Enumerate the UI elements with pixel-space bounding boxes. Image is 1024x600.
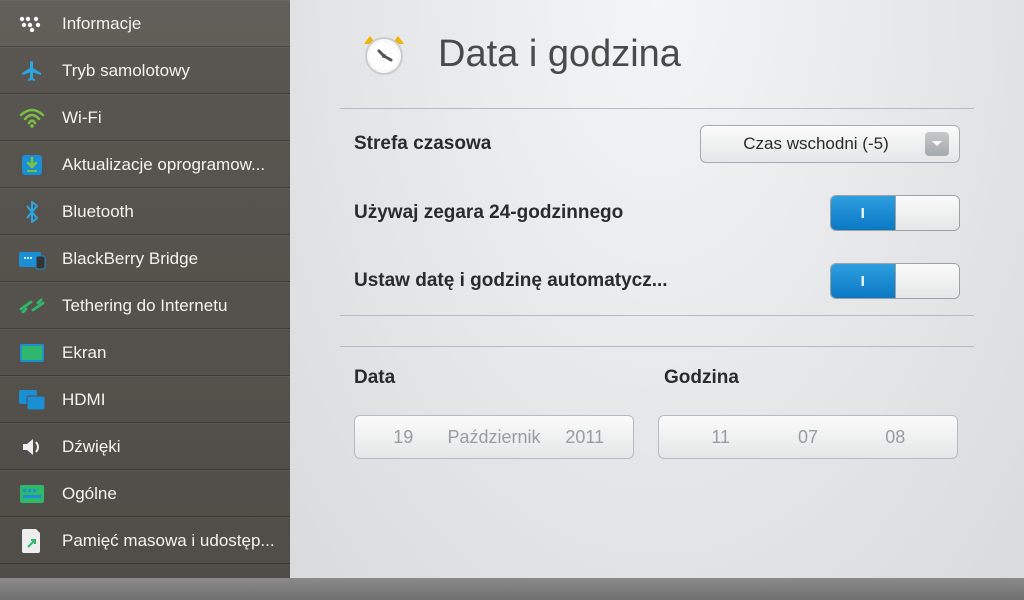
timezone-label: Strefa czasowa	[354, 133, 491, 155]
sidebar-item-label: HDMI	[62, 390, 105, 410]
toggle-knob	[896, 264, 960, 298]
bluetooth-icon	[18, 198, 46, 226]
sidebar-item-label: BlackBerry Bridge	[62, 249, 198, 269]
time-min: 07	[764, 427, 851, 448]
sidebar-item-label: Tryb samolotowy	[62, 61, 190, 81]
timezone-dropdown[interactable]: Czas wschodni (-5)	[700, 125, 960, 163]
airplane-icon	[18, 57, 46, 85]
sidebar-item-sounds[interactable]: Dźwięki	[0, 423, 290, 470]
clock24-toggle[interactable]: I	[830, 195, 960, 231]
sidebar-item-label: Bluetooth	[62, 202, 134, 222]
main-pane: Data i godzina Strefa czasowa Czas wscho…	[290, 0, 1024, 600]
sidebar-item-hdmi[interactable]: HDMI	[0, 376, 290, 423]
sidebar-item-label: Tethering do Internetu	[62, 296, 227, 316]
clock-icon	[360, 30, 408, 78]
autoset-toggle[interactable]: I	[830, 263, 960, 299]
autoset-label: Ustaw datę i godzinę automatycz...	[354, 270, 668, 292]
settings-group-2: Data Godzina 19 Październik 2011 11 07 0…	[340, 346, 974, 459]
sidebar-item-wifi[interactable]: Wi-Fi	[0, 94, 290, 141]
sidebar-item-label: Dźwięki	[62, 437, 121, 457]
sidebar-item-label: Informacje	[62, 14, 141, 34]
sidebar-item-general[interactable]: Ogólne	[0, 470, 290, 517]
page-header: Data i godzina	[330, 20, 984, 108]
screen-icon	[18, 339, 46, 367]
sidebar-item-screen[interactable]: Ekran	[0, 329, 290, 376]
sidebar-item-bridge[interactable]: BlackBerry Bridge	[0, 235, 290, 282]
sidebar-item-info[interactable]: Informacje	[0, 0, 290, 47]
sidebar-item-storage[interactable]: Pamięć masowa i udostęp...	[0, 517, 290, 564]
bridge-icon	[18, 245, 46, 273]
sound-icon	[18, 433, 46, 461]
hdmi-icon	[18, 386, 46, 414]
row-auto-datetime: Ustaw datę i godzinę automatycz... I	[340, 247, 974, 315]
sidebar-item-bluetooth[interactable]: Bluetooth	[0, 188, 290, 235]
page-title: Data i godzina	[438, 33, 681, 76]
chevron-down-icon	[925, 132, 949, 156]
storage-icon	[18, 527, 46, 555]
clock24-label: Używaj zegara 24-godzinnego	[354, 202, 623, 224]
time-section-label: Godzina	[664, 367, 739, 389]
general-icon	[18, 480, 46, 508]
date-section-label: Data	[354, 367, 654, 389]
settings-sidebar: Informacje Tryb samolotowy Wi-Fi Aktuali…	[0, 0, 290, 600]
date-day: 19	[373, 427, 434, 448]
sidebar-item-label: Pamięć masowa i udostęp...	[62, 531, 275, 551]
sidebar-item-airplane[interactable]: Tryb samolotowy	[0, 47, 290, 94]
time-sec: 08	[852, 427, 939, 448]
sidebar-item-label: Ekran	[62, 343, 106, 363]
toggle-state-on: I	[831, 264, 896, 298]
sidebar-item-label: Wi-Fi	[62, 108, 102, 128]
time-picker[interactable]: 11 07 08	[658, 415, 958, 459]
settings-group-1: Strefa czasowa Czas wschodni (-5) Używaj…	[340, 108, 974, 316]
sidebar-item-label: Aktualizacje oprogramow...	[62, 155, 265, 175]
tether-icon	[18, 292, 46, 320]
row-timezone: Strefa czasowa Czas wschodni (-5)	[340, 109, 974, 179]
date-picker[interactable]: 19 Październik 2011	[354, 415, 634, 459]
sidebar-item-tether[interactable]: Tethering do Internetu	[0, 282, 290, 329]
date-year: 2011	[555, 427, 616, 448]
row-24h-clock: Używaj zegara 24-godzinnego I	[340, 179, 974, 247]
time-hour: 11	[677, 427, 764, 448]
download-icon	[18, 151, 46, 179]
sidebar-item-updates[interactable]: Aktualizacje oprogramow...	[0, 141, 290, 188]
toggle-knob	[896, 196, 960, 230]
date-month: Październik	[434, 427, 555, 448]
system-bottom-bar	[0, 578, 1024, 600]
bb-logo-icon	[18, 10, 46, 38]
wifi-icon	[18, 104, 46, 132]
toggle-state-on: I	[831, 196, 896, 230]
timezone-value: Czas wschodni (-5)	[717, 134, 915, 154]
sidebar-item-label: Ogólne	[62, 484, 117, 504]
